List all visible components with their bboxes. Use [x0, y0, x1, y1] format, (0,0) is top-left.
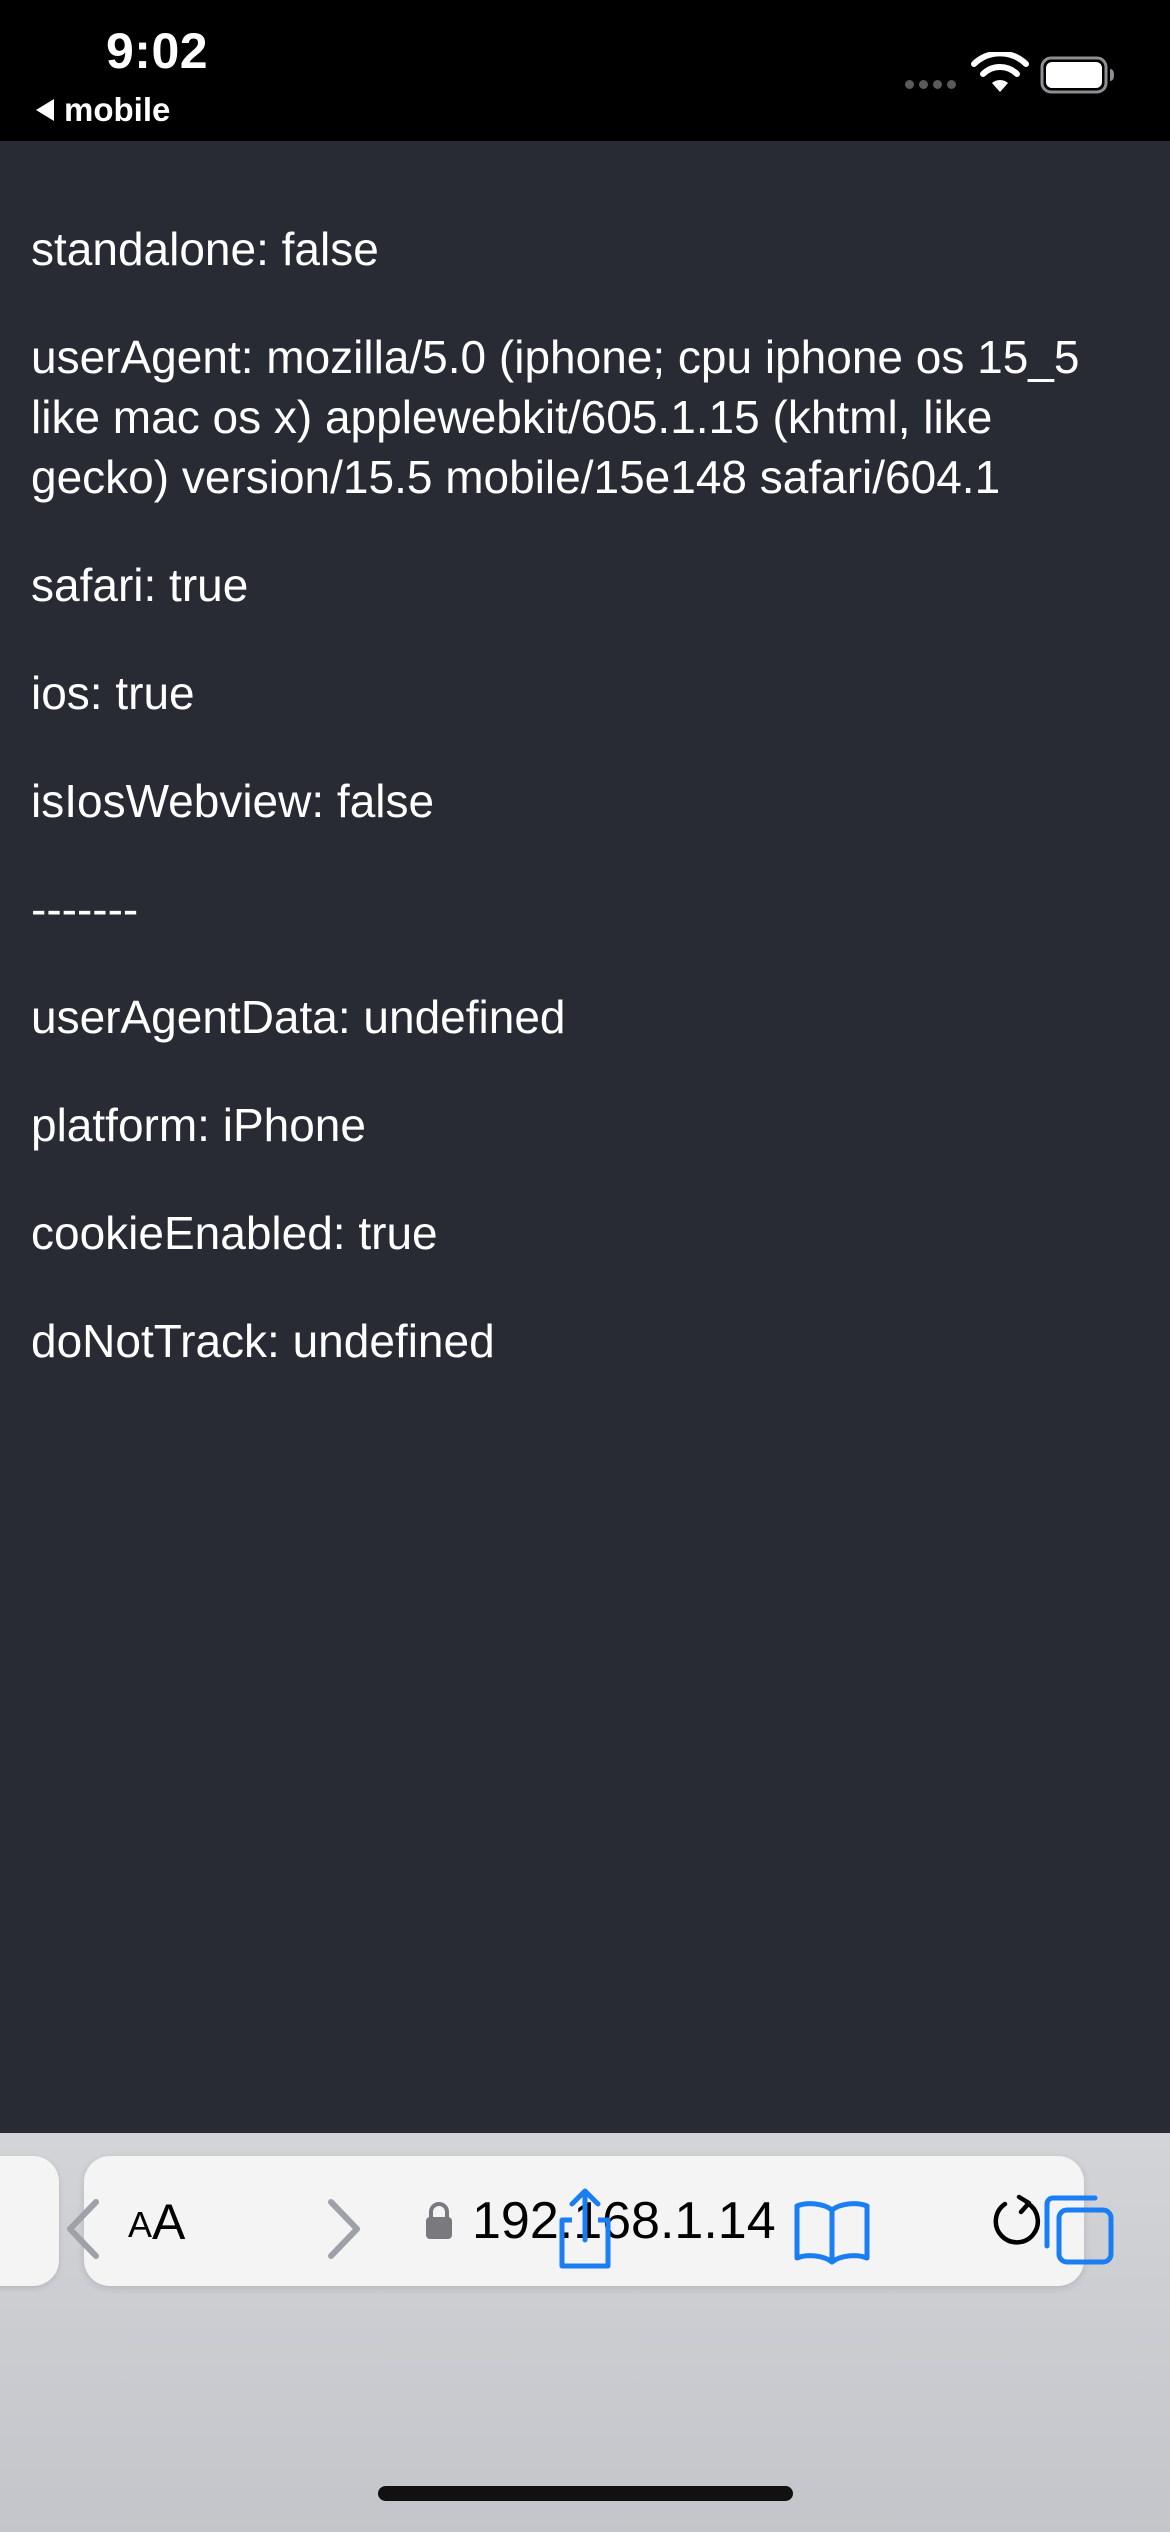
tabs-button[interactable] [1035, 2184, 1125, 2274]
forward-button[interactable] [295, 2184, 385, 2274]
platform-line: platform: iPhone [31, 1099, 366, 1151]
tabs-icon [1044, 2195, 1114, 2265]
lock-icon [426, 2202, 452, 2239]
text-size-button[interactable]: A A [128, 2190, 185, 2250]
ios-line: ios: true [31, 667, 195, 719]
back-app-label: mobile [64, 91, 171, 128]
back-to-app-button[interactable]: mobile [36, 90, 170, 130]
cookie-enabled-line: cookieEnabled: true [31, 1207, 438, 1259]
cellular-signal-icon [905, 80, 956, 89]
back-triangle-icon [36, 99, 54, 121]
text-size-large-glyph: A [152, 2194, 186, 2250]
forward-chevron-icon [328, 2199, 360, 2259]
share-icon [559, 2188, 611, 2269]
info-list: standalone: false userAgent: mozilla/5.0… [31, 219, 1141, 1419]
status-time: 9:02 [106, 23, 209, 79]
standalone-line: standalone: false [31, 223, 379, 275]
bookmarks-button[interactable] [787, 2184, 877, 2274]
bookmarks-icon [794, 2201, 870, 2265]
battery-icon [1040, 56, 1114, 94]
home-indicator[interactable] [378, 2486, 793, 2501]
separator-line: ------- [31, 883, 139, 935]
user-agent-line: userAgent: mozilla/5.0 (iphone; cpu ipho… [31, 331, 1080, 503]
back-button[interactable] [42, 2184, 132, 2274]
user-agent-data-line: userAgentData: undefined [31, 991, 566, 1043]
safari-screen: 9:02 mobile standalone: false userAgent:… [0, 0, 1170, 2532]
share-button[interactable] [540, 2184, 630, 2274]
back-chevron-icon [67, 2199, 99, 2259]
safari-line: safari: true [31, 559, 249, 611]
is-ios-webview-line: isIosWebview: false [31, 775, 435, 827]
web-page-content: standalone: false userAgent: mozilla/5.0… [0, 141, 1170, 2133]
status-bar: 9:02 mobile [0, 0, 1170, 141]
wifi-icon [971, 52, 1029, 92]
do-not-track-line: doNotTrack: undefined [31, 1315, 495, 1367]
